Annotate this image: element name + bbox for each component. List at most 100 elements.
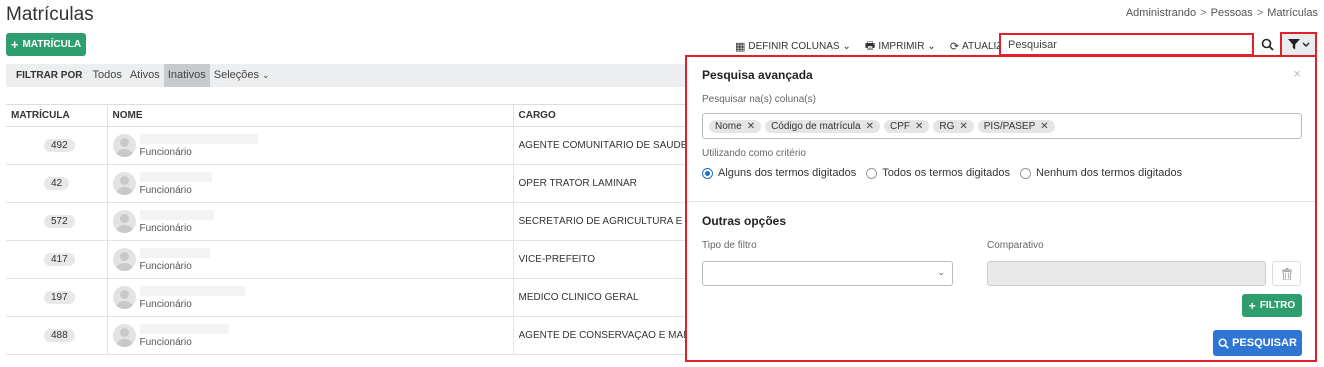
advanced-search-title: Pesquisa avançada bbox=[702, 68, 813, 82]
person-text: Funcionário bbox=[139, 247, 210, 272]
column-header-matricula[interactable]: MATRÍCULA bbox=[6, 104, 108, 127]
search-icon bbox=[1218, 338, 1229, 349]
advanced-search-panel: Pesquisa avançada × Pesquisar na(s) colu… bbox=[685, 55, 1317, 362]
columns-tag-input[interactable]: Nome ✕ Código de matrícula ✕ CPF ✕ RG ✕ PIS/… bbox=[702, 113, 1302, 139]
avatar bbox=[112, 248, 136, 271]
remove-tag-icon[interactable]: ✕ bbox=[1040, 121, 1048, 132]
criteria-option-label: Todos os termos digitados bbox=[882, 167, 1010, 179]
comparative-field bbox=[987, 261, 1266, 286]
table-row[interactable]: 197 Funcionário MEDICO CLINICO GERAL bbox=[6, 278, 710, 317]
radio-selected-icon[interactable] bbox=[702, 167, 713, 179]
remove-tag-icon[interactable]: ✕ bbox=[959, 121, 967, 132]
define-columns-label: DEFINIR COLUNAS bbox=[748, 41, 840, 52]
redacted-name bbox=[139, 209, 214, 220]
search-button[interactable] bbox=[1257, 33, 1277, 56]
refresh-icon: ⟳ bbox=[949, 41, 960, 53]
new-matricula-label: MATRÍCULA bbox=[22, 39, 82, 50]
matricula-cell: 572 bbox=[6, 202, 108, 241]
matricula-cell: 197 bbox=[6, 278, 108, 317]
advanced-search-button[interactable]: PESQUISAR bbox=[1213, 330, 1302, 356]
filter-option-ativos[interactable]: Ativos bbox=[126, 64, 164, 87]
person-info: Funcionário bbox=[112, 171, 508, 196]
criteria-label: Utilizando como critério bbox=[702, 148, 806, 159]
table-row[interactable]: 417 Funcionário VICE-PREFEITO bbox=[6, 240, 710, 279]
table-row[interactable]: 488 Funcionário AGENTE DE CONSERVAÇÃO E MA… bbox=[6, 316, 710, 355]
breadcrumb-separator: > bbox=[1200, 7, 1207, 19]
person-role: Funcionário bbox=[139, 184, 192, 196]
nome-cell: Funcionário bbox=[107, 240, 514, 279]
search-icon bbox=[1261, 38, 1274, 51]
remove-tag-icon[interactable]: ✕ bbox=[747, 121, 755, 132]
column-tag: CPF ✕ bbox=[883, 119, 930, 133]
criteria-radio-group: Alguns dos termos digitados Todos os ter… bbox=[702, 167, 1182, 179]
breadcrumb-item[interactable]: Pessoas bbox=[1211, 7, 1253, 19]
search-input[interactable] bbox=[1008, 38, 1245, 51]
redacted-name bbox=[139, 247, 210, 258]
radio-icon[interactable] bbox=[866, 167, 878, 179]
matricula-badge: 488 bbox=[44, 329, 75, 342]
selections-dropdown[interactable]: Seleções ⌄ bbox=[210, 64, 274, 87]
filter-type-label: Tipo de filtro bbox=[702, 240, 757, 251]
column-header-cargo[interactable]: CARGO bbox=[513, 104, 710, 127]
filter-bar: FILTRAR POR Todos Ativos Inativos Seleçõ… bbox=[6, 64, 686, 87]
matriculas-table: MATRÍCULA NOME CARGO 492 Funcionário AGENT… bbox=[6, 104, 710, 355]
table-row[interactable]: 492 Funcionário AGENTE COMUNITÁRIO DE SAÚD… bbox=[6, 126, 710, 165]
nome-cell: Funcionário bbox=[107, 126, 514, 165]
table-row[interactable]: 42 Funcionário OPER TRATOR LAMINAR bbox=[6, 164, 710, 203]
avatar bbox=[112, 172, 136, 195]
delete-filter-button[interactable] bbox=[1272, 261, 1301, 286]
filter-option-inativos[interactable]: Inativos bbox=[163, 64, 210, 87]
matricula-badge: 572 bbox=[44, 215, 75, 228]
person-info: Funcionário bbox=[112, 133, 508, 158]
matricula-cell: 417 bbox=[6, 240, 108, 279]
person-role: Funcionário bbox=[139, 146, 192, 158]
cargo-text: AGENTE DE CONSERVAÇÃO E MANUT bbox=[518, 330, 704, 341]
criteria-option-all[interactable]: Todos os termos digitados bbox=[866, 167, 1010, 179]
criteria-option-some[interactable]: Alguns dos termos digitados bbox=[702, 167, 856, 179]
cargo-text: OPER TRATOR LAMINAR bbox=[518, 178, 637, 189]
table-row[interactable]: 572 Funcionário SECRETÁRIO DE AGRICULTURA … bbox=[6, 202, 710, 241]
advanced-filter-toggle[interactable] bbox=[1280, 32, 1317, 57]
column-tag: RG ✕ bbox=[933, 119, 974, 133]
define-columns-button[interactable]: ▦ DEFINIR COLUNAS ⌄ bbox=[735, 37, 851, 56]
cargo-cell: AGENTE DE CONSERVAÇÃO E MANUT bbox=[513, 316, 710, 355]
print-button[interactable]: 🖶 IMPRIMIR ⌄ bbox=[865, 37, 936, 56]
chevron-down-icon: ⌄ bbox=[842, 41, 851, 52]
advanced-search-label: PESQUISAR bbox=[1232, 337, 1297, 349]
person-text: Funcionário bbox=[139, 133, 258, 158]
plus-icon: + bbox=[1248, 298, 1256, 313]
person-info: Funcionário bbox=[112, 323, 508, 348]
columns-icon: ▦ bbox=[735, 41, 746, 53]
matricula-cell: 42 bbox=[6, 164, 108, 203]
radio-icon[interactable] bbox=[1019, 167, 1031, 179]
person-text: Funcionário bbox=[139, 209, 214, 234]
avatar bbox=[112, 286, 136, 309]
column-header-nome[interactable]: NOME bbox=[107, 104, 514, 127]
criteria-option-none[interactable]: Nenhum dos termos digitados bbox=[1019, 167, 1182, 179]
column-tag: PIS/PASEP ✕ bbox=[977, 119, 1055, 133]
column-tag-label: Nome bbox=[715, 120, 742, 132]
column-tag-label: CPF bbox=[889, 120, 910, 132]
plus-icon: + bbox=[10, 37, 19, 52]
person-text: Funcionário bbox=[139, 323, 229, 348]
new-matricula-button[interactable]: + MATRÍCULA bbox=[6, 33, 86, 56]
filter-type-select[interactable]: ⌄ bbox=[702, 261, 953, 286]
cargo-text: MEDICO CLINICO GERAL bbox=[518, 292, 639, 303]
divider bbox=[687, 201, 1315, 202]
page-title: Matrículas bbox=[6, 4, 94, 25]
person-text: Funcionário bbox=[139, 171, 212, 196]
nome-cell: Funcionário bbox=[107, 202, 514, 241]
breadcrumb-item[interactable]: Administrando bbox=[1126, 7, 1196, 19]
nome-cell: Funcionário bbox=[107, 164, 514, 203]
avatar bbox=[112, 324, 136, 347]
add-filter-button[interactable]: + FILTRO bbox=[1242, 294, 1302, 317]
cargo-cell: AGENTE COMUNITÁRIO DE SAÚDE bbox=[513, 126, 710, 165]
printer-icon: 🖶 bbox=[864, 40, 876, 52]
search-field bbox=[999, 33, 1254, 56]
person-role: Funcionário bbox=[139, 222, 192, 234]
filter-option-todos[interactable]: Todos bbox=[88, 64, 125, 87]
close-icon[interactable]: × bbox=[1293, 66, 1301, 81]
remove-tag-icon[interactable]: ✕ bbox=[866, 121, 874, 132]
remove-tag-icon[interactable]: ✕ bbox=[915, 121, 923, 132]
column-tag-label: Código de matrícula bbox=[771, 120, 861, 132]
